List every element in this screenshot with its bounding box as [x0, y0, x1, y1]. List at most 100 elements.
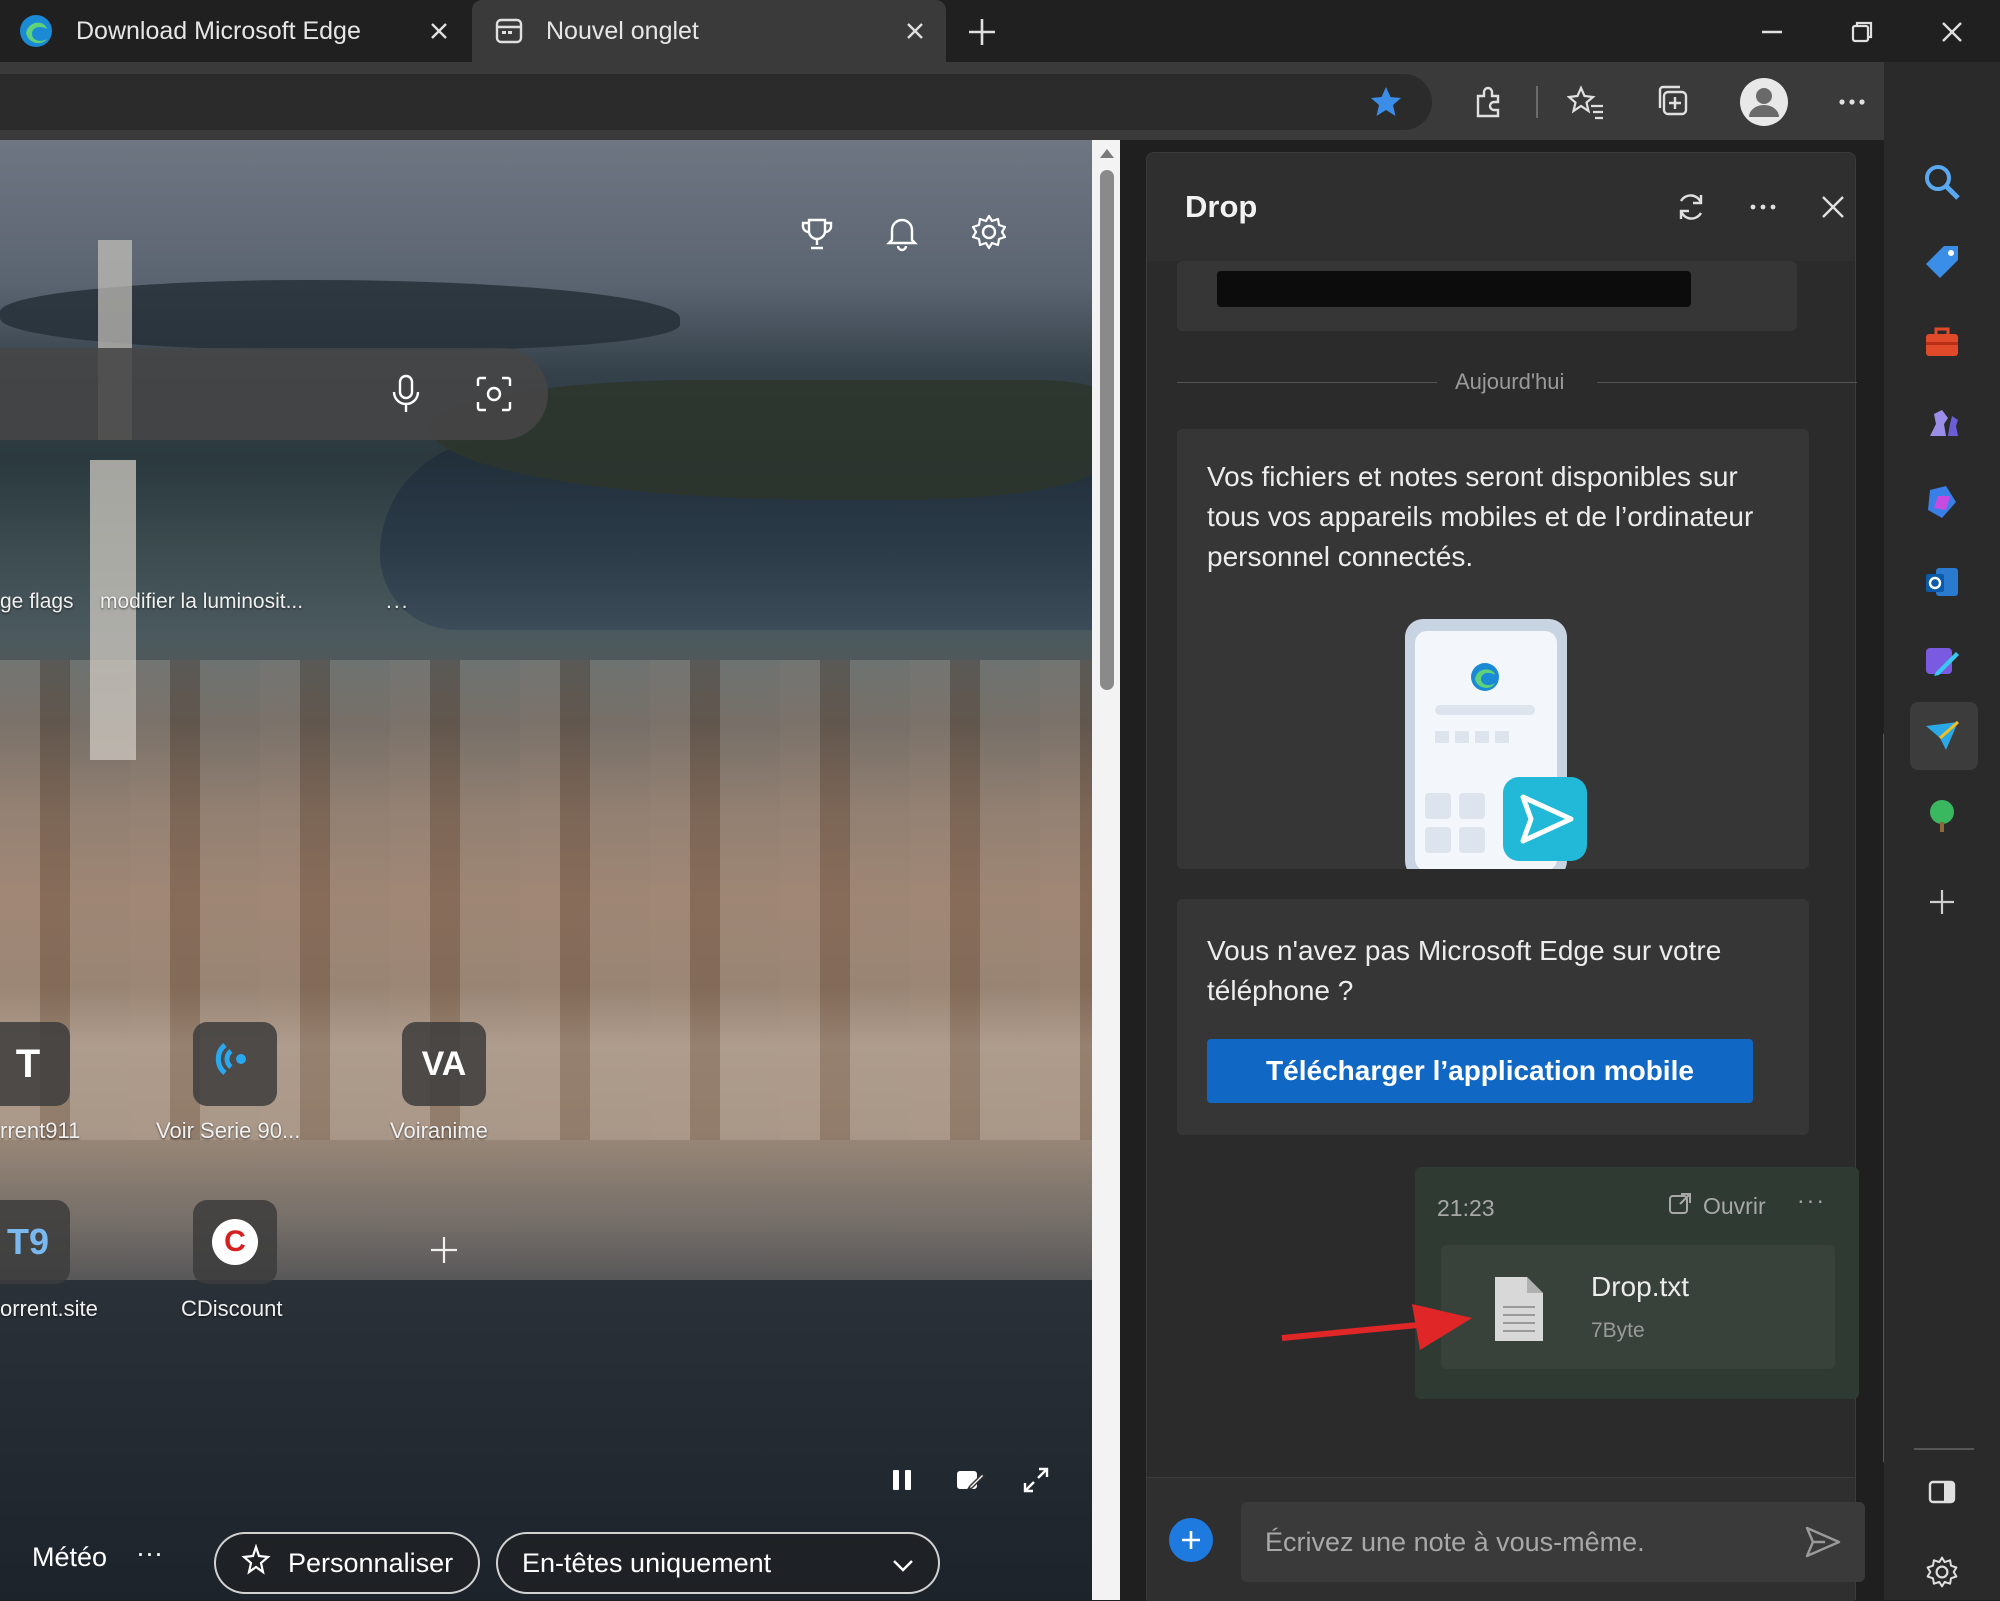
weather-label[interactable]: Météo	[32, 1542, 107, 1573]
tile-voir-serie-icon	[211, 1035, 259, 1093]
open-label: Ouvrir	[1703, 1193, 1766, 1219]
tab-title: Download Microsoft Edge	[76, 16, 361, 45]
get-mobile-app-card: Vous n'avez pas Microsoft Edge sur votre…	[1177, 899, 1809, 1135]
extensions-icon[interactable]	[1466, 80, 1510, 124]
close-window-icon[interactable]	[1930, 10, 1974, 54]
drop-compose-bar: Écrivez une note à vous-même.	[1147, 1477, 1865, 1601]
drop-message-bubble: 21:23 Ouvrir ··· Drop.txt 7Byte	[1415, 1167, 1859, 1399]
sidebar-games-chess-icon[interactable]	[1918, 398, 1966, 446]
edge-logo-icon	[18, 13, 54, 49]
no-edge-text: Vous n'avez pas Microsoft Edge sur votre…	[1207, 935, 1722, 1006]
sidebar-tools-briefcase-icon[interactable]	[1918, 318, 1966, 366]
sidebar-add-plus-icon[interactable]	[1918, 878, 1966, 926]
tile-label: orrent.site	[0, 1296, 98, 1321]
previous-message-card	[1177, 261, 1797, 331]
tile-torrent-site[interactable]: T9	[0, 1200, 70, 1284]
sidebar-hide-icon[interactable]	[1918, 1468, 1966, 1516]
address-bar[interactable]	[0, 74, 1432, 130]
note-input[interactable]: Écrivez une note à vous-même.	[1241, 1502, 1865, 1582]
weather-more[interactable]: ···	[136, 1538, 163, 1569]
divider-line	[1597, 382, 1857, 383]
add-shortcut-plus-icon[interactable]	[422, 1228, 466, 1272]
file-size: 7Byte	[1591, 1319, 1645, 1342]
message-more-options[interactable]: ···	[1797, 1187, 1826, 1214]
sidebar-designer-icon[interactable]	[1918, 638, 1966, 686]
phone-illustration	[1401, 619, 1587, 879]
close-tab-icon[interactable]	[902, 18, 928, 44]
scroll-up-arrow-icon[interactable]	[1098, 146, 1116, 165]
sidebar-tree-icon[interactable]	[1918, 792, 1966, 840]
quick-link-flags[interactable]: ge flags	[0, 590, 74, 614]
sidebar-divider	[1914, 1448, 1974, 1450]
voice-search-microphone-icon[interactable]	[384, 372, 428, 416]
add-file-plus-icon[interactable]	[1169, 1518, 1213, 1562]
drop-info-text: Vos fichiers et notes seront disponibles…	[1207, 461, 1754, 572]
new-tab-page: ge flags modifier la luminosit... ... T …	[0, 140, 1092, 1600]
download-mobile-app-button[interactable]: Télécharger l’application mobile	[1207, 1039, 1753, 1103]
personalize-label: Personnaliser	[288, 1547, 454, 1578]
personalize-sparkle-icon	[240, 1543, 272, 1583]
tile-cdiscount-glyph: C	[212, 1219, 258, 1265]
tile-torrent911[interactable]: T	[0, 1022, 70, 1106]
send-icon[interactable]	[1803, 1522, 1843, 1567]
sidebar-search-icon[interactable]	[1918, 158, 1966, 206]
note-input-placeholder: Écrivez une note à vous-même.	[1265, 1526, 1645, 1557]
new-tab-page-icon	[494, 16, 524, 46]
tile-cdiscount[interactable]: C	[193, 1200, 277, 1284]
file-name: Drop.txt	[1591, 1271, 1690, 1302]
visual-search-icon[interactable]	[472, 372, 516, 416]
toolbar-divider	[1536, 86, 1538, 118]
edit-background-icon[interactable]	[948, 1458, 992, 1502]
personalize-button[interactable]: Personnaliser	[214, 1532, 480, 1594]
sidebar-copilot-icon[interactable]	[1918, 478, 1966, 526]
quick-links-more[interactable]: ...	[386, 590, 410, 614]
profile-avatar-icon[interactable]	[1738, 76, 1790, 128]
sidebar-drop-icon[interactable]	[1918, 712, 1966, 760]
expand-icon[interactable]	[1014, 1458, 1058, 1502]
drop-panel: Drop Aujourd'hui Vos fichiers et notes s…	[1146, 152, 1887, 1601]
open-external-icon	[1667, 1191, 1693, 1222]
redacted-content	[1217, 271, 1691, 307]
drop-info-card: Vos fichiers et notes seront disponibles…	[1177, 429, 1809, 879]
tile-torrent-site-glyph: T9	[6, 1221, 49, 1262]
tile-voiranime[interactable]: VA	[402, 1022, 486, 1106]
favorite-star-icon[interactable]	[1364, 80, 1408, 124]
favorites-list-icon[interactable]	[1564, 80, 1608, 124]
restore-icon[interactable]	[1840, 10, 1884, 54]
annotation-red-arrow	[1278, 1294, 1478, 1359]
sidebar-settings-gear-icon[interactable]	[1918, 1548, 1966, 1596]
file-attachment-card[interactable]: Drop.txt 7Byte	[1441, 1245, 1835, 1369]
tile-label: rrent911	[0, 1118, 81, 1143]
quick-link-brightness[interactable]: modifier la luminosit...	[100, 590, 303, 614]
date-divider-label: Aujourd'hui	[1455, 369, 1565, 394]
close-drop-icon[interactable]	[1811, 185, 1855, 229]
content-headers-dropdown[interactable]: En-têtes uniquement	[496, 1532, 940, 1594]
sidebar-outlook-icon[interactable]	[1918, 558, 1966, 606]
web-search-box[interactable]	[0, 348, 548, 440]
tile-voiranime-glyph: VA	[421, 1044, 467, 1083]
tab-download-edge[interactable]: Download Microsoft Edge	[0, 0, 470, 62]
headers-select-value: En-têtes uniquement	[522, 1547, 772, 1578]
tile-voir-serie[interactable]	[193, 1022, 277, 1106]
settings-more-icon[interactable]	[1830, 80, 1874, 124]
tile-label: Voir Serie 90...	[156, 1118, 301, 1143]
close-tab-icon[interactable]	[426, 18, 452, 44]
minimize-icon[interactable]	[1750, 10, 1794, 54]
new-tab-plus-icon[interactable]	[960, 10, 1004, 54]
drop-header: Drop	[1147, 153, 1855, 261]
sync-refresh-icon[interactable]	[1669, 185, 1713, 229]
open-file-link[interactable]: Ouvrir	[1667, 1191, 1766, 1222]
collections-icon[interactable]	[1652, 80, 1696, 124]
pause-background-icon[interactable]	[880, 1458, 924, 1502]
page-settings-gear-icon[interactable]	[967, 210, 1011, 254]
tab-new-tab[interactable]: Nouvel onglet	[472, 0, 946, 62]
tile-torrent911-glyph: T	[15, 1041, 41, 1086]
rewards-trophy-icon[interactable]	[795, 212, 839, 256]
scrollbar-thumb[interactable]	[1100, 170, 1114, 690]
tile-label: CDiscount	[181, 1296, 283, 1321]
notifications-bell-icon[interactable]	[880, 210, 924, 254]
text-file-icon	[1493, 1275, 1545, 1348]
tab-title: Nouvel onglet	[546, 16, 699, 45]
sidebar-shopping-tag-icon[interactable]	[1918, 238, 1966, 286]
drop-more-options-icon[interactable]	[1741, 185, 1785, 229]
